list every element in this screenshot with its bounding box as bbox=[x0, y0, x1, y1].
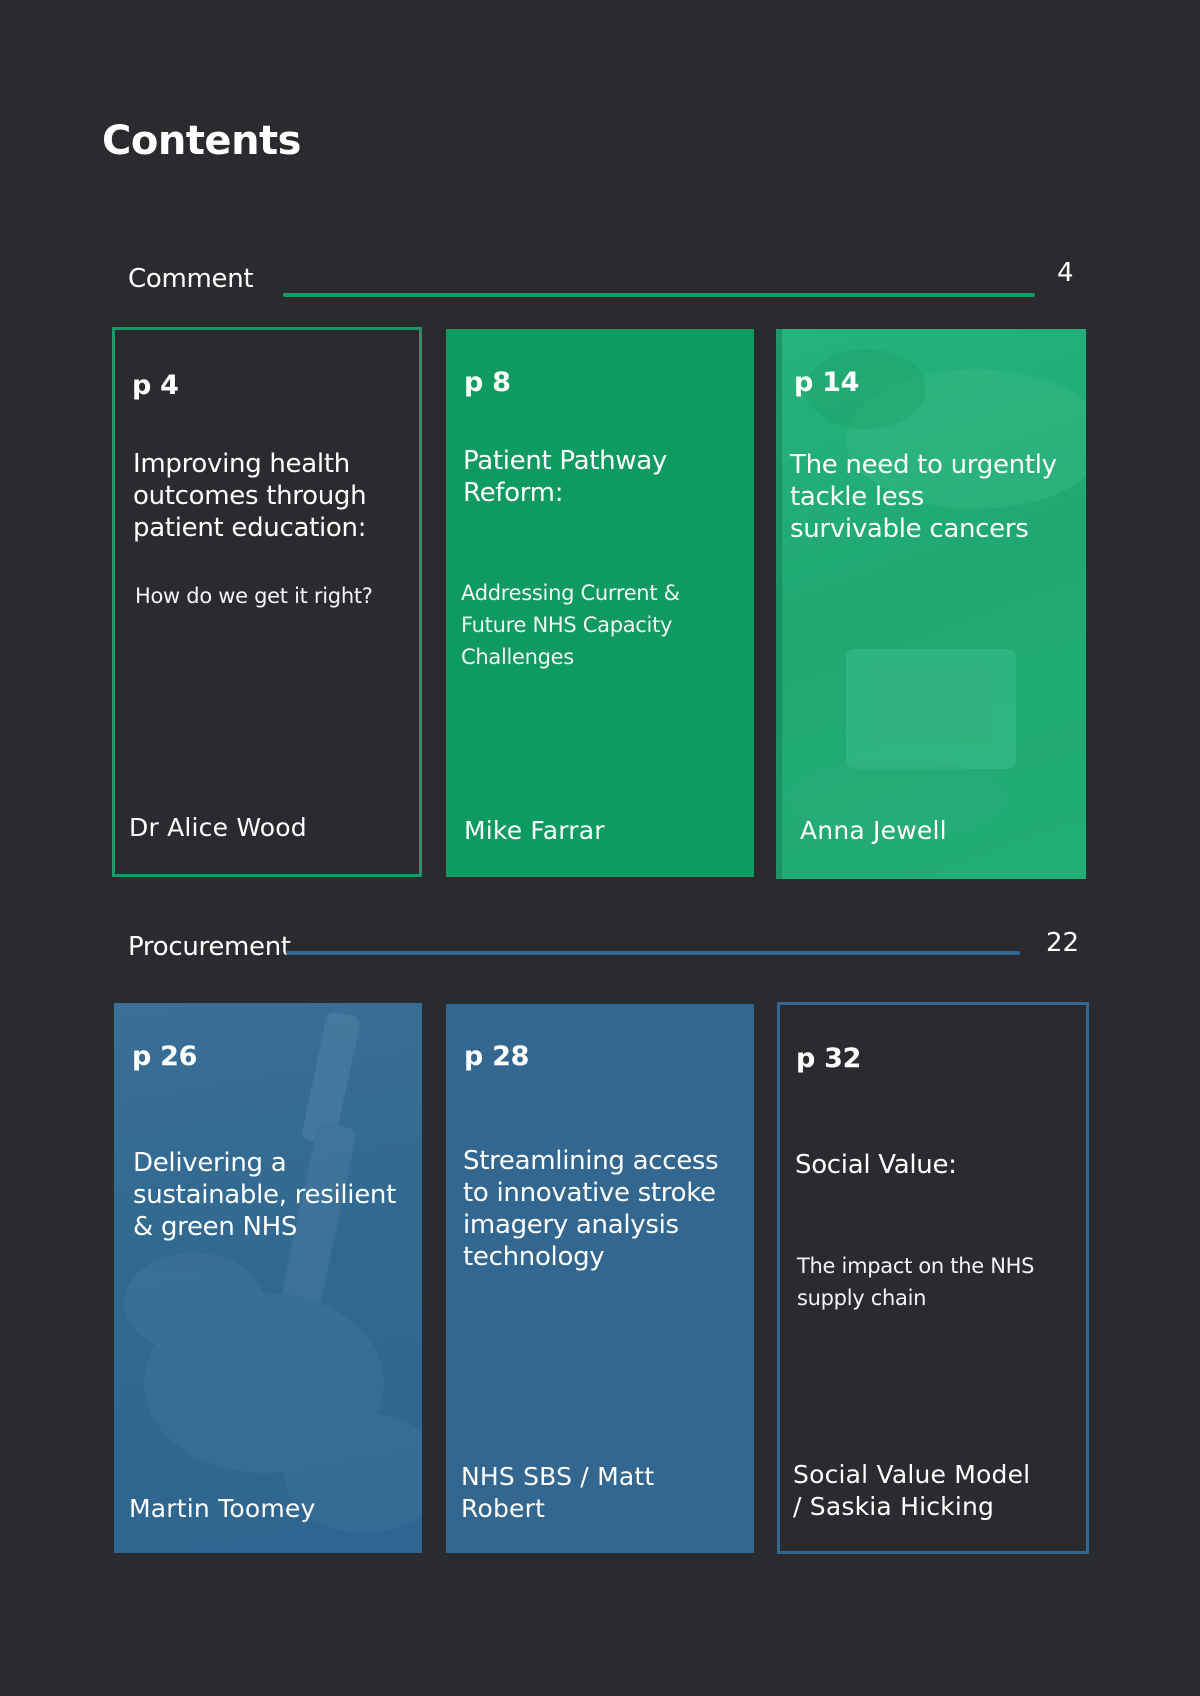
card-page-number: p 32 bbox=[796, 1043, 862, 1074]
article-card[interactable]: p 4 Improving health outcomes through pa… bbox=[112, 327, 422, 877]
section-divider bbox=[283, 293, 1035, 297]
section-page-number: 22 bbox=[1046, 928, 1080, 958]
card-subtitle: The impact on the NHS supply chain bbox=[797, 1254, 1035, 1310]
page-title: Contents bbox=[102, 118, 301, 164]
card-page-number: p 28 bbox=[464, 1041, 530, 1072]
card-background-photo bbox=[124, 1012, 422, 1533]
card-page-number: p 4 bbox=[132, 370, 179, 401]
section-page-number: 4 bbox=[1057, 258, 1074, 288]
article-card[interactable]: p 26 Delivering a sustainable, resilient… bbox=[114, 1003, 422, 1553]
card-author: Mike Farrar bbox=[464, 816, 605, 845]
card-background-photo bbox=[776, 329, 1086, 879]
article-card[interactable]: p 14 The need to urgently tackle less su… bbox=[776, 329, 1086, 879]
card-headline: Patient Pathway Reform: bbox=[463, 446, 667, 508]
card-headline: Delivering a sustainable, resilient & gr… bbox=[133, 1148, 396, 1242]
card-page-number: p 8 bbox=[464, 367, 511, 398]
section-divider bbox=[286, 951, 1020, 955]
card-author: Dr Alice Wood bbox=[129, 813, 307, 842]
card-subtitle: How do we get it right? bbox=[135, 584, 373, 608]
card-headline: Streamlining access to innovative stroke… bbox=[463, 1146, 719, 1272]
card-headline: Social Value: bbox=[795, 1150, 957, 1180]
card-author: Social Value Model / Saskia Hicking bbox=[793, 1460, 1031, 1521]
card-author: NHS SBS / Matt Robert bbox=[461, 1462, 655, 1523]
card-headline: Improving health outcomes through patien… bbox=[133, 449, 367, 543]
article-card[interactable]: p 8 Patient Pathway Reform: Addressing C… bbox=[446, 329, 754, 877]
section-header-procurement: Procurement 22 bbox=[128, 928, 1079, 972]
card-author: Martin Toomey bbox=[129, 1494, 316, 1523]
card-subtitle: Addressing Current & Future NHS Capacity… bbox=[461, 581, 680, 669]
card-author: Anna Jewell bbox=[800, 816, 947, 845]
section-header-comment: Comment 4 bbox=[128, 258, 1078, 304]
section-label: Comment bbox=[128, 264, 254, 294]
section-label: Procurement bbox=[128, 932, 291, 962]
card-page-number: p 26 bbox=[132, 1041, 198, 1072]
article-card[interactable]: p 28 Streamlining access to innovative s… bbox=[446, 1004, 754, 1553]
card-headline: The need to urgently tackle less surviva… bbox=[790, 450, 1057, 544]
card-page-number: p 14 bbox=[794, 367, 860, 398]
article-card[interactable]: p 32 Social Value: The impact on the NHS… bbox=[777, 1002, 1089, 1554]
